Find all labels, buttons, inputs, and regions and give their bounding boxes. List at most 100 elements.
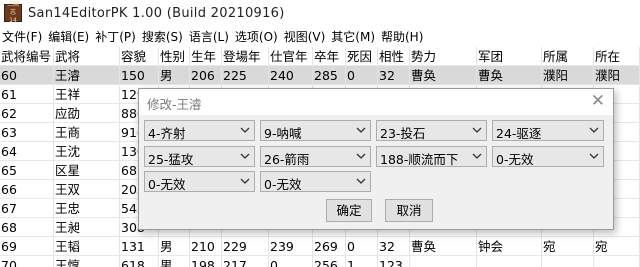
chevron-down-icon [240, 153, 250, 159]
cell-force: 曹奂 [410, 66, 477, 85]
skill-select-2-value: 9-呐喊 [264, 126, 302, 141]
cell-force: 曹奂 [410, 237, 477, 256]
table-row[interactable]: 70 王惇 618 男 198 217 0 256 1 123 [0, 256, 640, 267]
skill-select-9-value: 0-无效 [148, 177, 186, 192]
menu-options[interactable]: 选项(O) [233, 28, 282, 45]
cell-death-year: 269 [313, 237, 346, 256]
column-header-force[interactable]: 势力 [410, 47, 477, 66]
cell-name: 王祥 [54, 85, 120, 104]
cell-compat: 32 [378, 237, 410, 256]
cell-name: 王忠 [54, 199, 120, 218]
skill-select-1[interactable]: 4-齐射 [144, 120, 255, 141]
menu-language[interactable]: 语言(L) [187, 28, 233, 45]
cell-id: 64 [0, 142, 54, 161]
cell-service-year: 240 [269, 66, 313, 85]
column-header-gender[interactable]: 性别 [159, 47, 190, 66]
chevron-down-icon [472, 153, 482, 159]
skill-select-10[interactable]: 0-无效 [260, 171, 371, 192]
window-title: San14EditorPK 1.00 (Build 20210916) [28, 5, 285, 21]
menu-search[interactable]: 搜索(S) [140, 28, 187, 45]
column-header-location[interactable]: 所在 [594, 47, 640, 66]
cell-gender: 男 [159, 256, 190, 267]
cell-id: 69 [0, 237, 54, 256]
cell-name: 王濬 [54, 66, 120, 85]
cell-id: 63 [0, 123, 54, 142]
skill-select-9[interactable]: 0-无效 [144, 171, 255, 192]
app-icon: 三国志 14 [4, 1, 22, 24]
close-icon[interactable]: ✕ [591, 91, 605, 111]
cell-name: 王商 [54, 123, 120, 142]
cell-death-cause: 0 [346, 237, 378, 256]
cell-birth-year: 198 [190, 256, 222, 267]
skill-select-7-value: 188-顺流而下 [380, 152, 459, 167]
column-header-appear-year[interactable]: 登場年 [222, 47, 269, 66]
cell-gender: 男 [159, 66, 190, 85]
cell-id: 65 [0, 161, 54, 180]
column-header-birth-year[interactable]: 生年 [190, 47, 222, 66]
cell-id: 67 [0, 199, 54, 218]
column-header-portrait[interactable]: 容貌 [120, 47, 159, 66]
skill-select-8[interactable]: 0-无效 [492, 146, 604, 167]
app-icon-text-bottom: 14 [9, 17, 17, 24]
cell-id: 66 [0, 180, 54, 199]
cell-corps: 钟会 [477, 237, 542, 256]
chevron-down-icon [240, 127, 250, 133]
cell-compat: 123 [378, 256, 410, 267]
menu-patch[interactable]: 补丁(P) [93, 28, 140, 45]
table-row[interactable]: 69 王韬 131 男 210 229 239 269 0 32 曹奂 钟会宛宛 [0, 237, 640, 256]
skill-select-2[interactable]: 9-呐喊 [260, 120, 371, 141]
menu-edit[interactable]: 编辑(E) [46, 28, 93, 45]
cell-portrait: 131 [120, 237, 159, 256]
column-header-id[interactable]: 武将编号 [0, 47, 54, 66]
cell-location: 宛 [594, 237, 640, 256]
skill-select-4[interactable]: 24-驱逐 [492, 120, 604, 141]
cell-name: 王沈 [54, 142, 120, 161]
cell-appear-year: 229 [222, 237, 269, 256]
chevron-down-icon [356, 127, 366, 133]
cell-corps [477, 256, 542, 267]
skill-select-4-value: 24-驱逐 [496, 126, 542, 141]
menu-file[interactable]: 文件(F) [0, 28, 46, 45]
cell-id: 62 [0, 104, 54, 123]
app-icon-text-top: 三国志 [6, 1, 19, 16]
cell-location: 濮阳 [594, 66, 640, 85]
menu-view[interactable]: 视图(V) [282, 28, 330, 45]
cancel-button[interactable]: 取消 [385, 199, 433, 222]
skill-select-5[interactable]: 25-猛攻 [144, 146, 255, 167]
column-header-compat[interactable]: 相性 [378, 47, 410, 66]
cell-death-cause: 0 [346, 66, 378, 85]
menu-other[interactable]: 其它(M) [329, 28, 379, 45]
cell-corps: 曹奂 [477, 66, 542, 85]
column-header-death-year[interactable]: 卒年 [313, 47, 346, 66]
column-header-name[interactable]: 武将 [54, 47, 120, 66]
cell-death-year: 285 [313, 66, 346, 85]
table-row[interactable]: 60 王濬 150 男 206 225 240 285 0 32 曹奂 曹奂 濮阳 濮阳 [0, 66, 640, 85]
cell-portrait: 150 [120, 66, 159, 85]
cell-birth-year: 206 [190, 66, 222, 85]
cell-id: 68 [0, 218, 54, 237]
ok-button[interactable]: 确定 [326, 199, 372, 222]
cell-id: 70 [0, 256, 54, 267]
skill-select-3[interactable]: 23-投石 [376, 120, 487, 141]
cell-id: 60 [0, 66, 54, 85]
column-header-service-year[interactable]: 仕官年 [269, 47, 313, 66]
menu-help[interactable]: 帮助(H) [379, 28, 427, 45]
column-header-death-cause[interactable]: 死因 [346, 47, 378, 66]
skill-select-7[interactable]: 188-顺流而下 [376, 146, 487, 167]
cell-portrait: 618 [120, 256, 159, 267]
chevron-down-icon [589, 153, 599, 159]
cell-appear-year: 225 [222, 66, 269, 85]
column-header-belong[interactable]: 所属 [542, 47, 594, 66]
chevron-down-icon [472, 127, 482, 133]
column-header-corps[interactable]: 军团 [477, 47, 542, 66]
cell-death-cause: 1 [346, 256, 378, 267]
skill-select-6[interactable]: 26-箭雨 [260, 146, 371, 167]
cell-location [594, 256, 640, 267]
skill-select-6-value: 26-箭雨 [264, 152, 310, 167]
skill-select-8-value: 0-无效 [496, 152, 534, 167]
chevron-down-icon [356, 153, 366, 159]
cell-service-year: 0 [269, 256, 313, 267]
menu-bar: 文件(F) 编辑(E) 补丁(P) 搜索(S) 语言(L) 选项(O) 视图(V… [0, 26, 640, 47]
table-header-row[interactable]: 武将编号 武将 容貌 性别 生年 登場年 仕官年 卒年 死因 相性 势力 军团 所属 所在 [0, 47, 640, 66]
cell-compat: 32 [378, 66, 410, 85]
